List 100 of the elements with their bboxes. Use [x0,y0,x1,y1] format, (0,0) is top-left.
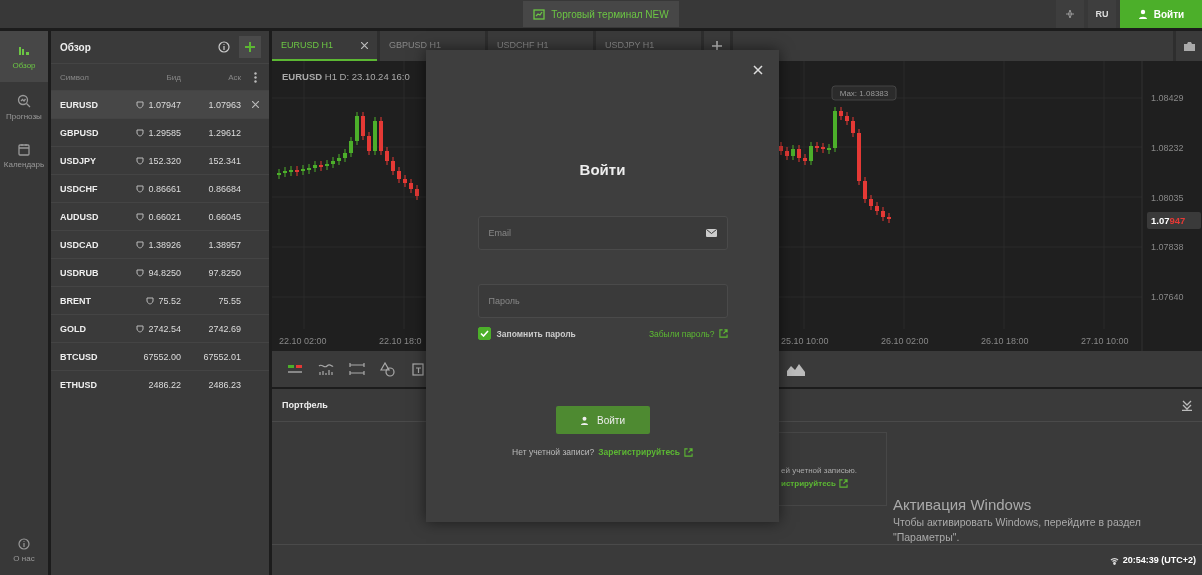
remove-icon[interactable] [251,101,259,108]
bid-cell: 0.66021 [148,211,181,222]
candle [319,160,323,172]
register-link[interactable]: Зарегистрируйтесь [598,447,693,457]
current-price-tag: 1.07947 [1147,212,1201,229]
watchlist-row[interactable]: USDCHF 0.86661 0.86684 [51,174,269,202]
alarm-icon[interactable] [136,156,145,165]
alarm-icon[interactable] [136,100,145,109]
candle [845,111,849,126]
candle [301,164,305,176]
nav-item[interactable]: Прогнозы [0,82,48,131]
time-axis-label: 25.10 10:00 [781,336,829,346]
ask-cell-text: 1.29612 [207,127,241,138]
watchlist-row[interactable]: BTCUSD 67552.00 67552.01 [51,342,269,370]
indicator-icon[interactable] [318,362,334,376]
candle [307,163,311,175]
candle [827,143,831,155]
candle [403,174,407,188]
alarm-icon[interactable] [136,184,145,193]
magnifier-chart-icon [17,94,31,108]
symbol-cell-text: USDRUB [60,267,100,278]
register-link[interactable]: истрируйтесь [781,479,886,488]
collapse-icon[interactable] [1182,399,1192,411]
ask-cell-text: 152.341 [207,155,241,166]
nav-item[interactable]: Календарь [0,131,48,179]
alarm-icon[interactable] [136,212,145,221]
candles-icon[interactable] [287,363,303,375]
column-header: Бид [165,72,181,82]
plus-icon [244,41,256,53]
checkbox-label: Запомнить пароль [496,328,576,339]
candle [313,160,317,173]
alarm-icon[interactable] [136,240,145,249]
candle [851,116,855,138]
watchlist-row[interactable]: GBPUSD 1.29585 1.29612 [51,118,269,146]
candle [349,136,353,158]
time-axis-label: 22.10 02:00 [279,336,327,346]
candle [887,212,891,224]
password-field[interactable]: Пароль [477,284,728,318]
bid-cell: 152.320 [148,155,181,166]
symbol-cell-text: EURUSD [60,99,99,110]
login-button[interactable]: Войти [555,406,650,434]
language-button[interactable]: RU [1088,0,1116,28]
alarm-icon[interactable] [136,268,145,277]
symbol-cell-text: BTCUSD [60,351,99,362]
alarm-icon[interactable] [146,296,155,305]
column-header: Аск [227,72,241,82]
ask-cell-text: 1.38957 [207,239,241,250]
more-icon[interactable] [253,71,257,83]
candle [295,165,299,177]
watchlist-row[interactable]: USDCAD 1.38926 1.38957 [51,230,269,258]
close-icon[interactable] [361,41,368,49]
terminal-button[interactable]: Торговый терминал NEW [523,1,679,27]
price-axis-label: 1.08232 [1151,142,1184,153]
screenshot-button[interactable] [1176,31,1202,61]
watchlist-row[interactable]: USDJPY 152.320 152.341 [51,146,269,174]
chart-tab[interactable]: EURUSD H1 [272,31,377,61]
bid-cell: 1.07947 [148,99,181,110]
candle [397,166,401,184]
ask-cell-text: 97.8250 [207,267,241,278]
price-axis-label: 1.08035 [1151,192,1184,203]
candle [361,111,365,141]
watchlist-row[interactable]: ETHUSD 2486.22 2486.23 [51,370,269,398]
clock: 20:54:39 (UTC+2) [1109,555,1196,565]
watchlist-row[interactable]: AUDUSD 0.66021 0.66045 [51,202,269,230]
alarm-icon[interactable] [136,324,145,333]
checkbox[interactable] [477,327,491,340]
candle [409,178,413,194]
candle [791,144,795,161]
nav-item[interactable]: Обзор [0,31,48,82]
time-axis-label: 22.10 18:0 [379,336,422,346]
candle [881,206,885,222]
alarm-icon[interactable] [136,128,145,137]
about-link[interactable]: О нас [0,526,48,575]
bid-cell: 1.38926 [148,239,181,250]
sparkle-button[interactable] [1056,0,1084,28]
time-axis-label: 27.10 10:00 [1081,336,1129,346]
ruler-icon[interactable] [349,362,365,376]
symbol-cell-text: USDCHF [60,183,99,194]
info-icon[interactable] [218,41,230,53]
time-axis-label: 26.10 18:00 [981,336,1029,346]
text-tool-icon[interactable] [411,361,425,377]
external-link-icon [683,447,693,457]
watchlist-row[interactable]: GOLD 2742.54 2742.69 [51,314,269,342]
add-button[interactable] [239,36,261,58]
bid-cell: 0.86661 [148,183,181,194]
close-button[interactable] [751,63,765,77]
candle [415,184,419,201]
forgot-password-link[interactable]: Забыли пароль? [648,328,728,339]
symbol-cell-text: GBPUSD [60,127,100,138]
candle [839,106,843,121]
watchlist-row[interactable]: BRENT 75.52 75.55 [51,286,269,314]
column-header: Символ [60,72,90,82]
area-chart-icon[interactable] [787,362,805,376]
sparkle-icon [1064,8,1076,20]
shapes-icon[interactable] [380,361,396,377]
candle [875,201,879,216]
watchlist-row[interactable]: EURUSD 1.07947 1.07963 [51,90,269,118]
calendar-icon [18,143,30,156]
email-field[interactable]: Email [477,216,728,250]
watchlist-row[interactable]: USDRUB 94.8250 97.8250 [51,258,269,286]
